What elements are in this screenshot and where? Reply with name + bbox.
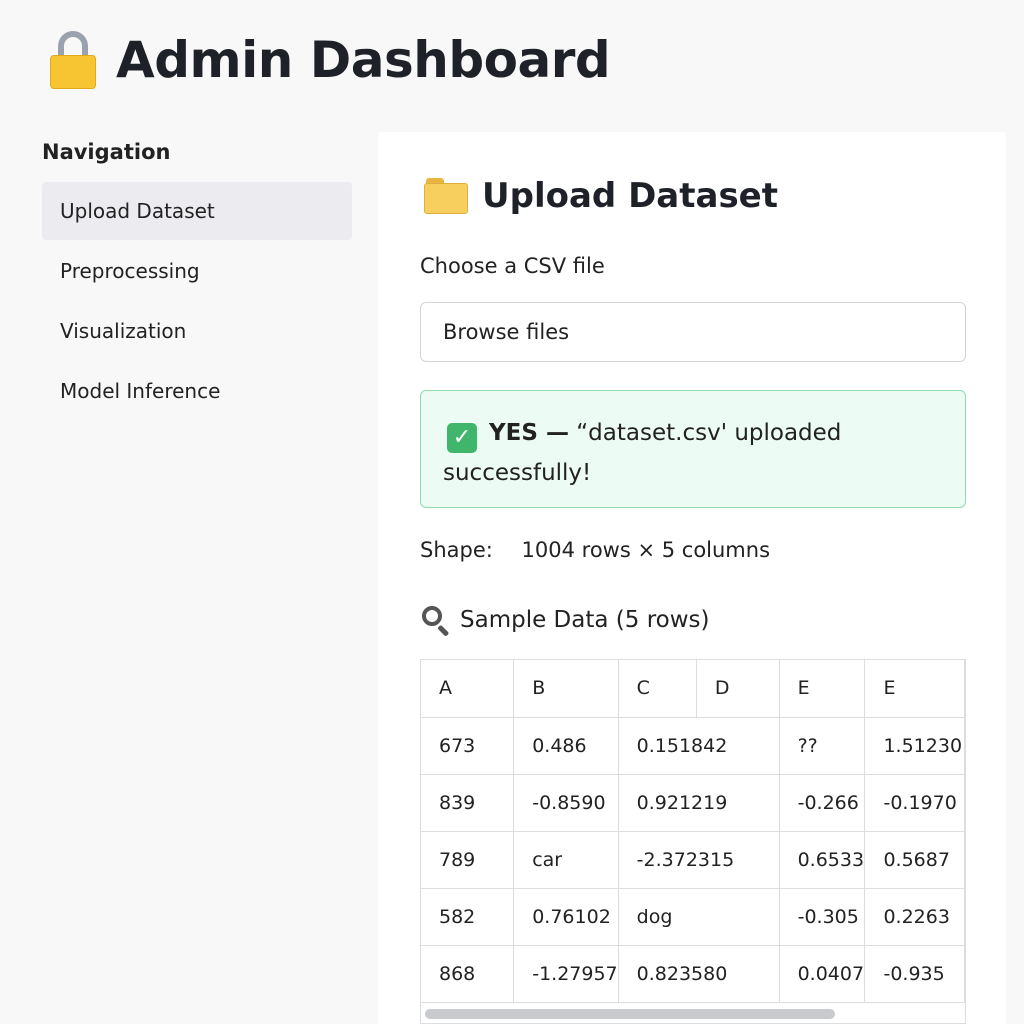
table-cell: 0.823580: [618, 945, 780, 1003]
table-cell: -1.27957: [513, 945, 619, 1003]
column-header[interactable]: C: [618, 660, 697, 718]
table-cell: 0.5687: [864, 831, 965, 889]
sidebar: Navigation Upload Dataset Preprocessing …: [42, 140, 352, 422]
column-header[interactable]: E: [864, 660, 965, 718]
table-row: 839 -0.8590 0.921219 -0.266 -0.1970: [421, 774, 965, 832]
success-alert: ✓ YES — “dataset.csv' uploaded successful…: [420, 390, 966, 508]
lock-icon: [48, 31, 98, 89]
browse-files-button[interactable]: Browse files: [420, 302, 966, 362]
sample-data-title-text: Sample Data (5 rows): [460, 607, 710, 633]
shape-info: Shape: 1004 rows × 5 columns: [420, 538, 770, 562]
data-table[interactable]: A B C D E E 673 0.486 0.151842 ?? 1.5123…: [420, 659, 966, 1024]
sidebar-item-upload-dataset[interactable]: Upload Dataset: [42, 182, 352, 240]
table-row: 789 car -2.372315 0.6533 0.5687: [421, 831, 965, 889]
app-header: Admin Dashboard: [48, 30, 611, 90]
column-header[interactable]: A: [421, 660, 515, 718]
horizontal-scrollbar[interactable]: [425, 1009, 835, 1019]
table-cell: 0.6533: [779, 831, 866, 889]
table-cell: -0.266: [779, 774, 866, 832]
sidebar-item-label: Model Inference: [60, 379, 221, 403]
sidebar-item-label: Upload Dataset: [60, 199, 215, 223]
table-cell: -0.305: [779, 888, 866, 946]
folder-icon: [424, 178, 468, 214]
table-cell: 673: [421, 717, 515, 775]
table-cell: dog: [618, 888, 780, 946]
sidebar-item-visualization[interactable]: Visualization: [42, 302, 352, 360]
table-cell: 0.921219: [618, 774, 780, 832]
shape-value: 1004 rows × 5 columns: [521, 538, 771, 562]
table-cell: 0.2263: [864, 888, 965, 946]
column-header[interactable]: E: [779, 660, 866, 718]
table-cell: -0.935: [864, 945, 965, 1003]
table-cell: 789: [421, 831, 515, 889]
file-uploader-label: Choose a CSV file: [420, 254, 605, 278]
column-header[interactable]: D: [696, 660, 780, 718]
shape-label: Shape:: [420, 538, 493, 562]
table-cell: car: [513, 831, 619, 889]
table-row: 673 0.486 0.151842 ?? 1.51230: [421, 717, 965, 775]
table-header-row: A B C D E E: [421, 660, 965, 718]
sidebar-item-label: Preprocessing: [60, 259, 200, 283]
table-cell: 582: [421, 888, 515, 946]
table-cell: -2.372315: [618, 831, 780, 889]
browse-files-label: Browse files: [443, 320, 570, 344]
table-row: 868 -1.27957 0.823580 0.0407 -0.935: [421, 945, 965, 1003]
main-panel: Upload Dataset Choose a CSV file Browse …: [378, 132, 1006, 1024]
table-row: 582 0.76102 dog -0.305 0.2263: [421, 888, 965, 946]
sidebar-item-label: Visualization: [60, 319, 187, 343]
sample-data-title: Sample Data (5 rows): [420, 604, 710, 637]
table-cell: ??: [779, 717, 866, 775]
sidebar-heading: Navigation: [42, 140, 171, 164]
table-cell: 0.76102: [513, 888, 619, 946]
table-cell: -0.1970: [864, 774, 965, 832]
table-cell: 0.0407: [779, 945, 866, 1003]
table-cell: 0.151842: [618, 717, 780, 775]
section-title-text: Upload Dataset: [482, 176, 778, 216]
page-title: Admin Dashboard: [116, 31, 611, 89]
table-cell: 839: [421, 774, 515, 832]
sidebar-item-preprocessing[interactable]: Preprocessing: [42, 242, 352, 300]
section-title: Upload Dataset: [424, 176, 778, 216]
table-cell: 0.486: [513, 717, 619, 775]
table-cell: 868: [421, 945, 515, 1003]
alert-strong-text: YES —: [489, 420, 569, 446]
column-header[interactable]: B: [513, 660, 619, 718]
table-cell: -0.8590: [513, 774, 619, 832]
check-icon: ✓: [447, 423, 477, 453]
magnifier-icon: [420, 604, 452, 637]
sidebar-item-model-inference[interactable]: Model Inference: [42, 362, 352, 420]
table-cell: 1.51230: [864, 717, 965, 775]
